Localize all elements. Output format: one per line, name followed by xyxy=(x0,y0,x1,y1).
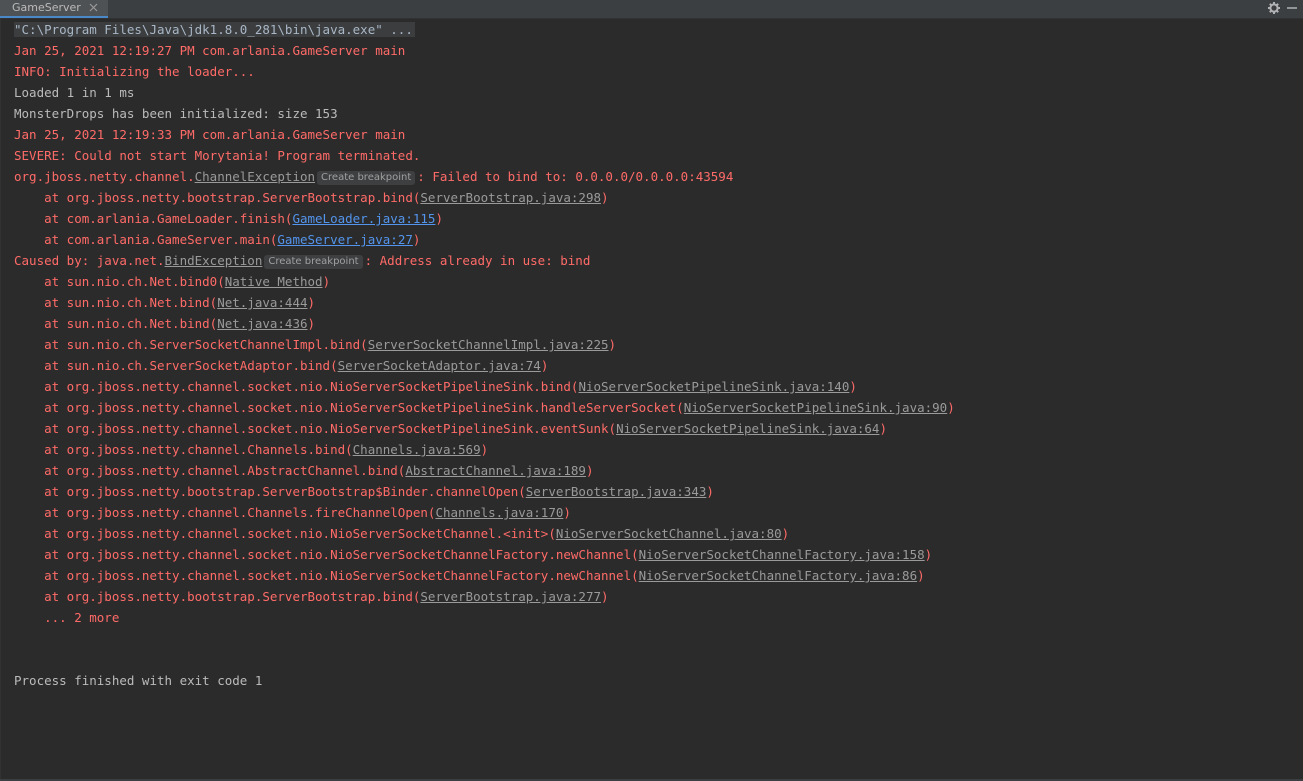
stack-frame-link[interactable]: ServerBootstrap.java:277 xyxy=(420,589,601,604)
stack-frame-method: at sun.nio.ch.Net.bind( xyxy=(14,316,218,331)
stack-frame-method: at org.jboss.netty.bootstrap.ServerBoots… xyxy=(14,190,421,205)
java-command[interactable]: "C:\Program Files\Java\jdk1.8.0_281\bin\… xyxy=(14,22,415,37)
caused-by-class-link[interactable]: BindException xyxy=(165,253,263,268)
stack-frame-method: at sun.nio.ch.Net.bind( xyxy=(14,295,218,310)
close-icon[interactable] xyxy=(89,1,98,12)
loaded-message: Loaded 1 in 1 ms xyxy=(14,85,135,100)
stack-frame-method: at org.jboss.netty.channel.socket.nio.Ni… xyxy=(14,526,556,541)
stack-frame: at sun.nio.ch.Net.bind(Net.java:436) xyxy=(14,316,316,331)
stack-frame-link[interactable]: NioServerSocketChannel.java:80 xyxy=(556,526,782,541)
stack-frame-link[interactable]: NioServerSocketPipelineSink.java:140 xyxy=(578,379,849,394)
stack-frame: at sun.nio.ch.Net.bind0(Native Method) xyxy=(14,274,331,289)
stack-frame: at org.jboss.netty.channel.socket.nio.Ni… xyxy=(14,400,955,415)
stack-frame-method: at org.jboss.netty.channel.Channels.fire… xyxy=(14,505,436,520)
stack-frame: at org.jboss.netty.channel.socket.nio.Ni… xyxy=(14,526,790,541)
stack-frame: at sun.nio.ch.ServerSocketChannelImpl.bi… xyxy=(14,337,617,352)
stack-frame: at org.jboss.netty.bootstrap.ServerBoots… xyxy=(14,484,714,499)
more-frames-line: ... 2 more xyxy=(14,610,120,625)
stack-frame-method: at org.jboss.netty.bootstrap.ServerBoots… xyxy=(14,484,526,499)
stack-frame-method: at org.jboss.netty.channel.socket.nio.Ni… xyxy=(14,400,684,415)
tab-gameserver[interactable]: GameServer xyxy=(0,0,108,18)
stack-frame: at org.jboss.netty.channel.socket.nio.Ni… xyxy=(14,421,887,436)
log-info-message: INFO: Initializing the loader... xyxy=(14,64,255,79)
stack-frame: at sun.nio.ch.Net.bind(Net.java:444) xyxy=(14,295,316,310)
command-line[interactable]: "C:\Program Files\Java\jdk1.8.0_281\bin\… xyxy=(14,19,415,40)
process-finished-message: Process finished with exit code 1 xyxy=(14,673,263,688)
stack-frame: at org.jboss.netty.bootstrap.ServerBoots… xyxy=(14,589,609,604)
stack-frame-method: at sun.nio.ch.Net.bind0( xyxy=(14,274,225,289)
exception-class-link[interactable]: ChannelException xyxy=(195,169,315,184)
stack-frame-link[interactable]: GameServer.java:27 xyxy=(277,232,412,247)
stack-frame-method: at org.jboss.netty.channel.socket.nio.Ni… xyxy=(14,568,639,583)
stack-frame-link[interactable]: Native Method xyxy=(225,274,323,289)
stack-frame: at org.jboss.netty.channel.socket.nio.Ni… xyxy=(14,379,857,394)
stack-frame-method: at org.jboss.netty.channel.AbstractChann… xyxy=(14,463,406,478)
stack-frame: at org.jboss.netty.channel.socket.nio.Ni… xyxy=(14,568,925,583)
caused-by-line: Caused by: java.net.BindException Create … xyxy=(14,250,590,271)
stack-frame-link[interactable]: NioServerSocketChannelFactory.java:158 xyxy=(639,547,925,562)
stack-frame: at org.jboss.netty.channel.AbstractChann… xyxy=(14,463,594,478)
exception-line: org.jboss.netty.channel.ChannelException… xyxy=(14,166,733,187)
gear-icon[interactable] xyxy=(1267,0,1281,16)
stack-frame-link[interactable]: Net.java:444 xyxy=(217,295,307,310)
stack-frame-link[interactable]: AbstractChannel.java:189 xyxy=(405,463,586,478)
stack-frame-method: at org.jboss.netty.channel.socket.nio.Ni… xyxy=(14,421,617,436)
tab-title: GameServer xyxy=(12,1,81,14)
stack-frame-link[interactable]: NioServerSocketChannelFactory.java:86 xyxy=(639,568,917,583)
stack-frame-link[interactable]: Channels.java:569 xyxy=(353,442,481,457)
stack-frame: at com.arlania.GameLoader.finish(GameLoa… xyxy=(14,211,443,226)
stack-frame-link[interactable]: GameLoader.java:115 xyxy=(292,211,435,226)
stack-frame-method: at org.jboss.netty.channel.socket.nio.Ni… xyxy=(14,547,639,562)
stack-frame-link[interactable]: ServerBootstrap.java:298 xyxy=(420,190,601,205)
console-output[interactable]: "C:\Program Files\Java\jdk1.8.0_281\bin\… xyxy=(0,19,1303,779)
stack-frame-method: at org.jboss.netty.bootstrap.ServerBoots… xyxy=(14,589,421,604)
stack-frame-method: at com.arlania.GameServer.main( xyxy=(14,232,278,247)
monster-drops-message: MonsterDrops has been initialized: size … xyxy=(14,106,338,121)
stack-frame-method: at org.jboss.netty.channel.Channels.bind… xyxy=(14,442,353,457)
stack-frame-link[interactable]: Net.java:436 xyxy=(217,316,307,331)
tool-window-header: GameServer xyxy=(0,0,1303,19)
stack-frame-link[interactable]: NioServerSocketPipelineSink.java:90 xyxy=(684,400,947,415)
exception-message: : Failed to bind to: 0.0.0.0/0.0.0.0:435… xyxy=(417,169,734,184)
stack-frame: at sun.nio.ch.ServerSocketAdaptor.bind(S… xyxy=(14,358,549,373)
stack-frame-link[interactable]: ServerBootstrap.java:343 xyxy=(526,484,707,499)
log-severe-message: SEVERE: Could not start Morytania! Progr… xyxy=(14,148,421,163)
caused-by-package: Caused by: java.net. xyxy=(14,253,165,268)
stack-frame-method: at com.arlania.GameLoader.finish( xyxy=(14,211,293,226)
minimize-icon[interactable] xyxy=(1285,0,1299,16)
exception-package: org.jboss.netty.channel. xyxy=(14,169,195,184)
log-timestamp-2: Jan 25, 2021 12:19:33 PM com.arlania.Gam… xyxy=(14,127,406,142)
create-breakpoint-button[interactable]: Create breakpoint xyxy=(264,255,363,269)
stack-frame: at org.jboss.netty.channel.Channels.fire… xyxy=(14,505,571,520)
stack-frame-method: at sun.nio.ch.ServerSocketAdaptor.bind( xyxy=(14,358,338,373)
stack-frame-link[interactable]: NioServerSocketPipelineSink.java:64 xyxy=(616,421,879,436)
stack-frame-method: at sun.nio.ch.ServerSocketChannelImpl.bi… xyxy=(14,337,368,352)
stack-frame-link[interactable]: Channels.java:170 xyxy=(435,505,563,520)
caused-by-message: : Address already in use: bind xyxy=(364,253,591,268)
create-breakpoint-button[interactable]: Create breakpoint xyxy=(317,171,416,185)
stack-frame: at com.arlania.GameServer.main(GameServe… xyxy=(14,232,421,247)
log-timestamp-1: Jan 25, 2021 12:19:27 PM com.arlania.Gam… xyxy=(14,43,406,58)
stack-frame-link[interactable]: ServerSocketAdaptor.java:74 xyxy=(338,358,541,373)
stack-frame: at org.jboss.netty.channel.socket.nio.Ni… xyxy=(14,547,933,562)
stack-frame-link[interactable]: ServerSocketChannelImpl.java:225 xyxy=(368,337,609,352)
stack-frame: at org.jboss.netty.channel.Channels.bind… xyxy=(14,442,489,457)
stack-frame-method: at org.jboss.netty.channel.socket.nio.Ni… xyxy=(14,379,579,394)
stack-frame: at org.jboss.netty.bootstrap.ServerBoots… xyxy=(14,190,609,205)
